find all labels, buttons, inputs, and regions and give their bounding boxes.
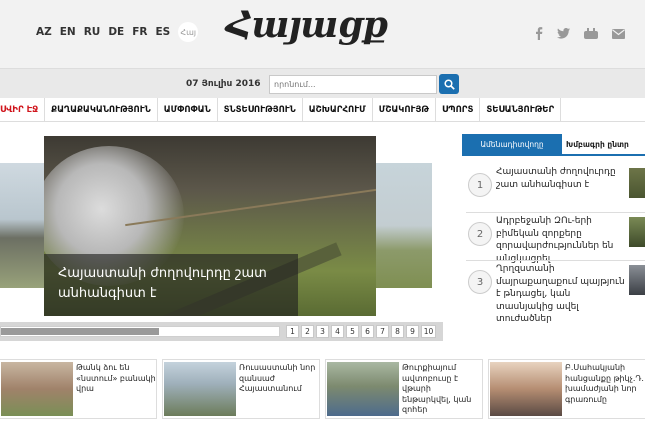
news-card-title[interactable]: Բ.Սահակյանի հանցանքը թիկչ.Դ. խամաժյանի ն… — [565, 363, 645, 405]
slider-pager: 1 2 3 4 5 6 7 8 9 10 — [0, 322, 443, 341]
news-card-image[interactable] — [1, 362, 73, 416]
slider-page[interactable]: 3 — [316, 325, 329, 338]
slider-page[interactable]: 8 — [391, 325, 404, 338]
slider-page[interactable]: 4 — [331, 325, 344, 338]
mail-icon[interactable] — [612, 28, 625, 39]
nav-item-culture[interactable]: ՄՇԱԿՈՒՅԹ — [373, 97, 436, 122]
list-item[interactable]: 3 Ղրղզստանի մայրաքաղաքում պայթյուն է թնդ… — [466, 260, 645, 324]
news-card[interactable]: Թանկ ձու են «նստում» բանակի վրա — [0, 359, 157, 419]
news-card[interactable]: Թուրքիայում ավտոբուսը է վթարի ենթարկվել,… — [325, 359, 483, 419]
slider-page[interactable]: 6 — [361, 325, 374, 338]
slider-page[interactable]: 10 — [421, 325, 436, 338]
slider-next-image[interactable] — [376, 163, 432, 288]
slider-main-image[interactable]: Հայաստանի ժողովուրդը շատ անհանգիստ է — [44, 136, 376, 316]
news-card[interactable]: Բ.Սահակյանի հանցանքը թիկչ.Դ. խամաժյանի ն… — [488, 359, 645, 419]
slider-page[interactable]: 7 — [376, 325, 389, 338]
list-item-title[interactable]: Ադրբեջանի ԶՈւ-երի բիմեկան զորքերը զորավա… — [496, 215, 626, 265]
rank-badge: 3 — [468, 270, 492, 294]
slider-page[interactable]: 2 — [301, 325, 314, 338]
list-item-thumbnail[interactable] — [629, 168, 645, 198]
facebook-icon[interactable] — [535, 27, 543, 40]
tab-most-viewed[interactable]: Ամենադիտվողը — [462, 134, 562, 154]
news-card-image[interactable] — [490, 362, 562, 416]
nav-item-world[interactable]: ԱՇԽԱՐՀՈՒՄ — [303, 97, 373, 122]
list-item-thumbnail[interactable] — [629, 217, 645, 247]
list-item[interactable]: 2 Ադրբեջանի ԶՈւ-երի բիմեկան զորքերը զորա… — [466, 212, 645, 264]
rank-badge: 1 — [468, 173, 492, 197]
tab-editors-choice[interactable]: Խմբագրի ընտր — [562, 134, 633, 154]
lang-az[interactable]: AZ — [36, 26, 52, 42]
youtube-icon[interactable] — [584, 28, 598, 39]
news-card-image[interactable] — [164, 362, 236, 416]
most-viewed-list: 1 Հայաստանի ժողովուրդը շատ անհանգիստ է 2… — [466, 164, 645, 324]
nav-item-summary[interactable]: ԱՄՓՈՓԱՆ — [158, 97, 218, 122]
twitter-icon[interactable] — [557, 28, 570, 39]
site-logo[interactable]: Հայացք — [226, 4, 388, 52]
current-date: 07 Յուլիս 2016 — [186, 79, 261, 89]
slider-page[interactable]: 5 — [346, 325, 359, 338]
main-nav: ՍՎԻՐ ԷՋ ՔԱՂԱՔԱԿԱՆՈՒԹՅՈՒՆ ԱՄՓՈՓԱՆ ՏՆՏԵՍՈՒ… — [0, 97, 645, 122]
news-card-title[interactable]: Թուրքիայում ավտոբուսը է վթարի ենթարկվել,… — [402, 363, 482, 416]
list-item-title[interactable]: Ղրղզստանի մայրաքաղաքում պայթյուն է թնդաց… — [496, 263, 626, 326]
list-item-title[interactable]: Հայաստանի ժողովուրդը շատ անհանգիստ է — [496, 166, 626, 191]
news-card[interactable]: Ռուսաստանի նոր զանսաժ Հայաստանում — [162, 359, 320, 419]
slider-pages: 1 2 3 4 5 6 7 8 9 10 — [286, 325, 436, 338]
news-card-image[interactable] — [327, 362, 399, 416]
social-links — [535, 27, 625, 40]
nav-item-home[interactable]: ՍՎԻՐ ԷՋ — [0, 97, 46, 122]
slider-prev-image[interactable] — [0, 163, 44, 288]
nav-item-economy[interactable]: ՏՆՏԵՍՈՒԹՅՈՒՆ — [218, 97, 303, 122]
tab-underline — [462, 154, 645, 156]
lang-en[interactable]: EN — [60, 26, 76, 42]
site-header: AZ EN RU DE FR ES Հայ Հայացք — [0, 0, 645, 68]
news-card-title[interactable]: Ռուսաստանի նոր զանսաժ Հայաստանում — [239, 363, 319, 395]
slider-scroll-thumb[interactable] — [1, 328, 160, 335]
slider-scrollbar[interactable] — [0, 326, 280, 337]
lang-ru[interactable]: RU — [84, 26, 101, 42]
list-item[interactable]: 1 Հայաստանի ժողովուրդը շատ անհանգիստ է — [466, 164, 645, 212]
lang-hy-current[interactable]: Հայ — [178, 22, 199, 42]
search-icon — [443, 78, 455, 90]
slider-page[interactable]: 1 — [286, 325, 299, 338]
search-button[interactable] — [439, 74, 459, 94]
language-switcher: AZ EN RU DE FR ES Հայ — [36, 22, 206, 42]
news-card-title[interactable]: Թանկ ձու են «նստում» բանակի վրա — [76, 363, 156, 395]
search-input[interactable] — [269, 75, 437, 94]
nav-item-videos[interactable]: ՏԵՍԱՆՅՈՒԹԵՐ — [480, 97, 562, 122]
nav-item-politics[interactable]: ՔԱՂԱՔԱԿԱՆՈՒԹՅՈՒՆ — [45, 97, 158, 122]
nav-item-sport[interactable]: ՍՊՈՐՏ — [436, 97, 481, 122]
slider-caption[interactable]: Հայաստանի ժողովուրդը շատ անհանգիստ է — [44, 254, 298, 316]
rank-badge: 2 — [468, 222, 492, 246]
list-item-thumbnail[interactable] — [629, 265, 645, 295]
lang-de[interactable]: DE — [108, 26, 124, 42]
lang-fr[interactable]: FR — [132, 26, 147, 42]
slider-page[interactable]: 9 — [406, 325, 419, 338]
lang-es[interactable]: ES — [156, 26, 171, 42]
sidebar-tabs: Ամենադիտվողը Խմբագրի ընտր — [462, 134, 645, 154]
